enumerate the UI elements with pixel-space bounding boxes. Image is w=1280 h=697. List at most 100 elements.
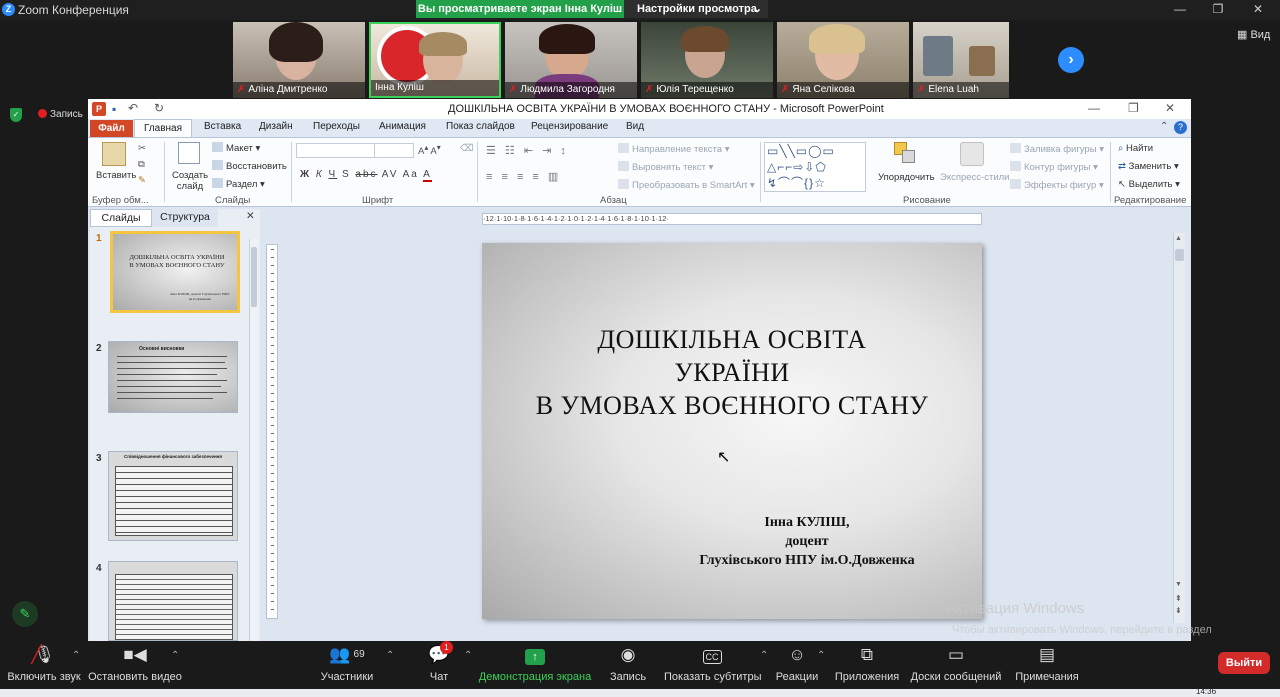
tab-home[interactable]: Главная	[134, 119, 192, 138]
prev-slide-icon[interactable]: ⇞	[1175, 595, 1182, 603]
font-size-select[interactable]	[374, 143, 414, 158]
captions-button[interactable]: CC Показать субтитры	[664, 643, 762, 683]
minimize-icon[interactable]: —	[1170, 2, 1190, 16]
find-button[interactable]: ⌕ Найти	[1118, 143, 1153, 154]
slide-thumbnail[interactable]	[108, 561, 238, 641]
share-screen-button[interactable]: ↑ Демонстрация экрана	[478, 643, 592, 683]
slide-author-block[interactable]: Інна КУЛІШ, доцент Глухівського НПУ ім.О…	[662, 513, 952, 570]
help-icon[interactable]: ?	[1174, 121, 1187, 134]
chat-button[interactable]: 💬 1 Чат	[422, 641, 456, 683]
strikethrough-button[interactable]: abc	[355, 169, 377, 180]
shapes-gallery[interactable]: ▭╲╲▭◯▭ △⌐⌐⇨⇩⬠ ↯⌒⌒{}☆	[764, 142, 866, 192]
video-options-caret[interactable]: ⌃	[171, 650, 179, 661]
quick-styles-button[interactable]: Экспресс-стили	[940, 172, 1009, 183]
next-page-button[interactable]: ›	[1058, 47, 1084, 73]
ppt-restore-icon[interactable]: ❐	[1128, 101, 1139, 115]
list-buttons[interactable]: ☰ ☷ ⇤ ⇥ ↕	[486, 144, 569, 157]
whiteboards-button[interactable]: ▭ Доски сообщений	[908, 643, 1004, 683]
slide-thumbnail[interactable]: Основні висновки	[108, 341, 238, 413]
encryption-shield-icon[interactable]: ✓	[10, 108, 22, 122]
text-direction-button[interactable]: Направление текста ▾	[618, 143, 729, 155]
record-button[interactable]: ◉ Запись	[604, 643, 652, 683]
scroll-up-icon[interactable]: ▲	[1175, 235, 1182, 242]
participants-options-caret[interactable]: ⌃	[386, 650, 394, 661]
reset-button[interactable]: Восстановить	[212, 160, 287, 172]
leave-meeting-button[interactable]: Выйти	[1218, 652, 1270, 674]
slide-canvas[interactable]: ДОШКІЛЬНА ОСВІТА УКРАЇНИ В УМОВАХ ВОЄННО…	[482, 243, 982, 619]
annotate-pencil-icon[interactable]: ✎	[12, 601, 38, 627]
font-color-button[interactable]: A	[423, 169, 432, 182]
smartart-button[interactable]: Преобразовать в SmartArt ▾	[618, 179, 755, 191]
slides-pane-scrollbar[interactable]	[249, 239, 258, 641]
recording-indicator[interactable]: Запись	[38, 109, 83, 120]
tab-review[interactable]: Рецензирование	[531, 121, 608, 132]
change-case-button[interactable]: Aa	[403, 169, 419, 180]
close-pane-icon[interactable]: ✕	[246, 210, 255, 222]
scroll-thumb[interactable]	[1175, 249, 1184, 261]
tab-insert[interactable]: Вставка	[204, 121, 241, 132]
view-options-dropdown[interactable]: Настройки просмотра ⌄	[624, 0, 768, 18]
shadow-button[interactable]: S	[342, 169, 351, 180]
view-button[interactable]: ▦ Вид	[1237, 28, 1270, 41]
reactions-options-caret[interactable]: ⌃	[817, 650, 825, 661]
collapse-ribbon-icon[interactable]: ⌃	[1160, 121, 1168, 132]
maximize-icon[interactable]: ❐	[1208, 2, 1228, 16]
stop-video-button[interactable]: ■◀ Остановить видео	[88, 643, 182, 683]
select-button[interactable]: ↖ Выделить ▾	[1118, 179, 1180, 190]
bold-button[interactable]: Ж	[300, 169, 311, 180]
tab-outline[interactable]: Структура	[152, 209, 218, 227]
grow-font-icon[interactable]: A▴ A▾	[418, 143, 441, 157]
tab-file[interactable]: Файл	[90, 120, 133, 137]
ppt-close-icon[interactable]: ✕	[1165, 101, 1175, 115]
replace-button[interactable]: ⇄ Заменить ▾	[1118, 161, 1179, 172]
notes-button[interactable]: ▤ Примечания	[1012, 643, 1082, 683]
slide-thumbnail[interactable]: ДОШКІЛЬНА ОСВІТА УКРАЇНИ В УМОВАХ ВОЄННО…	[110, 231, 240, 313]
participant-video-tile[interactable]: ✗ Юлія Терещенко	[641, 22, 773, 98]
undo-icon[interactable]: ↶	[128, 101, 138, 115]
next-slide-icon[interactable]: ⇟	[1175, 607, 1182, 615]
shape-outline-button[interactable]: Контур фигуры ▾	[1010, 161, 1098, 173]
cut-icon[interactable]: ✂	[138, 143, 146, 154]
close-icon[interactable]: ✕	[1248, 2, 1268, 16]
paste-button[interactable]: Вставить	[96, 170, 136, 181]
shape-fill-button[interactable]: Заливка фигуры ▾	[1010, 143, 1104, 155]
align-buttons[interactable]: ≡ ≡ ≡ ≡ ▥	[486, 170, 561, 183]
reactions-button[interactable]: ☺ Реакции	[772, 643, 822, 683]
shape-effects-button[interactable]: Эффекты фигур ▾	[1010, 179, 1104, 191]
tab-design[interactable]: Дизайн	[259, 121, 293, 132]
participant-video-tile[interactable]: ✗ Людмила Загородня	[505, 22, 637, 98]
edit-area-scrollbar[interactable]: ▲ ▼ ⇞ ⇟	[1173, 233, 1185, 623]
participant-video-tile-active[interactable]: Інна Куліш	[369, 22, 501, 98]
section-button[interactable]: Раздел ▾	[212, 178, 265, 190]
clear-format-icon[interactable]: ⌫	[460, 143, 473, 154]
font-style-buttons[interactable]: Ж К Ч S abc AV Aa A	[300, 169, 432, 182]
tab-animations[interactable]: Анимация	[379, 121, 426, 132]
scroll-down-icon[interactable]: ▼	[1175, 581, 1182, 588]
italic-button[interactable]: К	[316, 169, 324, 180]
format-painter-icon[interactable]: ✎	[138, 175, 146, 186]
captions-options-caret[interactable]: ⌃	[760, 650, 768, 661]
participants-button[interactable]: 👥 69 Участники	[316, 643, 378, 683]
slide-title[interactable]: ДОШКІЛЬНА ОСВІТА УКРАЇНИ В УМОВАХ ВОЄННО…	[482, 323, 982, 422]
layout-button[interactable]: Макет ▾	[212, 142, 260, 154]
apps-button[interactable]: ⧉ Приложения	[834, 643, 900, 683]
unmute-button[interactable]: 🎙 ╱ Включить звук	[6, 643, 82, 683]
participant-video-tile[interactable]: ✗ Яна Селікова	[777, 22, 909, 98]
tab-slides[interactable]: Слайды	[90, 209, 152, 227]
redo-icon[interactable]: ↻	[154, 101, 164, 115]
spacing-button[interactable]: AV	[382, 169, 399, 180]
new-slide-button[interactable]: Создать слайд	[172, 170, 208, 192]
save-icon[interactable]: ▪	[112, 102, 116, 116]
underline-button[interactable]: Ч	[329, 169, 338, 180]
audio-options-caret[interactable]: ⌃	[72, 650, 80, 661]
participant-video-tile[interactable]: ✗ Аліна Дмитренко	[233, 22, 365, 98]
tab-transitions[interactable]: Переходы	[313, 121, 360, 132]
tab-view[interactable]: Вид	[626, 121, 644, 132]
slide-thumbnail[interactable]: Співвідношення фінансового забезпечення	[108, 451, 238, 541]
align-text-button[interactable]: Выровнять текст ▾	[618, 161, 713, 173]
arrange-button[interactable]: Упорядочить	[878, 172, 935, 183]
chat-options-caret[interactable]: ⌃	[464, 650, 472, 661]
ppt-minimize-icon[interactable]: —	[1088, 101, 1100, 115]
participant-video-tile[interactable]: ✗ Elena Luah	[913, 22, 1009, 98]
tab-slideshow[interactable]: Показ слайдов	[446, 121, 515, 132]
